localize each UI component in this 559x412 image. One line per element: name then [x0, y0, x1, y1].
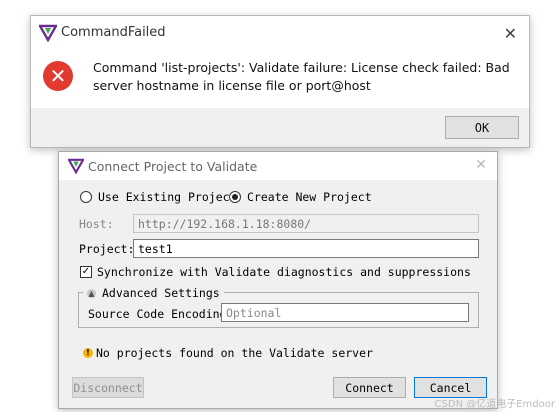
- connect-dialog-title: Connect Project to Validate: [88, 159, 258, 174]
- app-logo-icon: [39, 24, 57, 42]
- synchronize-label[interactable]: Synchronize with Validate diagnostics an…: [97, 265, 471, 279]
- command-failed-dialog: CommandFailed ✕ ✕ Command 'list-projects…: [30, 15, 530, 148]
- error-message: Command 'list-projects': Validate failur…: [93, 60, 510, 93]
- create-new-project-label[interactable]: Create New Project: [247, 190, 372, 204]
- host-field[interactable]: http://192.168.1.18:8080/: [133, 214, 479, 233]
- advanced-settings-header[interactable]: ▲ Advanced Settings: [83, 286, 224, 300]
- close-icon[interactable]: ✕: [475, 157, 487, 173]
- connect-button[interactable]: Connect: [333, 377, 406, 398]
- close-icon[interactable]: ✕: [504, 24, 517, 43]
- app-logo-icon: [68, 158, 84, 174]
- ok-button[interactable]: OK: [445, 116, 519, 139]
- no-projects-warning: No projects found on the Validate server: [96, 346, 373, 360]
- connect-project-dialog: Connect Project to Validate ✕ Use Existi…: [58, 151, 498, 409]
- encoding-placeholder: Optional: [226, 306, 282, 320]
- warning-icon: !: [83, 348, 93, 358]
- error-dialog-body: ✕ Command 'list-projects': Validate fail…: [31, 50, 529, 108]
- advanced-settings-label: Advanced Settings: [102, 286, 220, 300]
- connect-dialog-titlebar: Connect Project to Validate ✕: [59, 152, 497, 180]
- create-new-project-radio[interactable]: [229, 191, 241, 203]
- watermark-text: CSDN @亿道电子Emdoor: [434, 399, 555, 410]
- encoding-field[interactable]: Optional: [221, 303, 469, 322]
- host-label: Host:: [79, 217, 114, 231]
- project-label: Project:: [79, 242, 135, 256]
- project-field[interactable]: test1: [133, 239, 479, 258]
- error-dialog-title: CommandFailed: [61, 25, 166, 40]
- synchronize-checkbox[interactable]: ✓: [80, 266, 92, 278]
- use-existing-project-radio[interactable]: [80, 191, 92, 203]
- use-existing-project-label[interactable]: Use Existing Project: [98, 190, 236, 204]
- disconnect-button[interactable]: Disconnect: [72, 377, 144, 398]
- error-icon: ✕: [43, 61, 73, 91]
- error-dialog-titlebar: CommandFailed ✕: [31, 16, 529, 50]
- encoding-label: Source Code Encoding:: [88, 307, 234, 321]
- error-dialog-footer: OK: [31, 108, 529, 147]
- expand-toggle-icon[interactable]: ▲: [87, 288, 96, 298]
